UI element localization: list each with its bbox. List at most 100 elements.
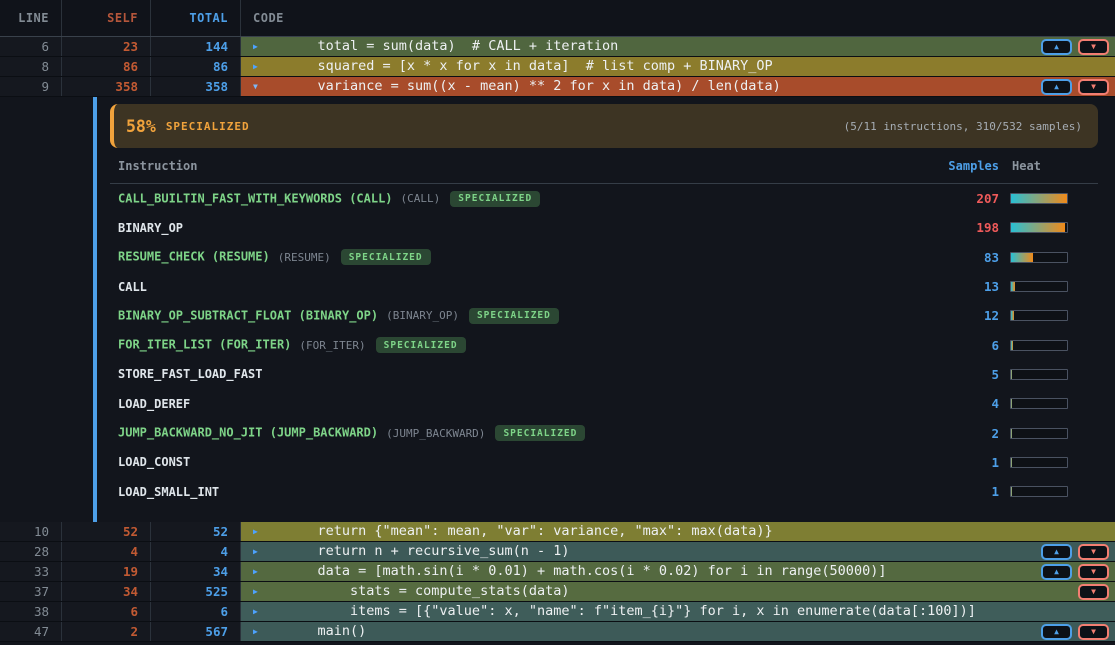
instruction-row: RESUME_CHECK (RESUME)(RESUME)SPECIALIZED… <box>110 243 1098 272</box>
instruction-column-header: Instruction <box>118 159 899 173</box>
instruction-row: FOR_ITER_LIST (FOR_ITER)(FOR_ITER)SPECIA… <box>110 330 1098 359</box>
heat-bar <box>1010 252 1098 263</box>
code-line-row[interactable]: 331934▶ data = [math.sin(i * 0.01) + mat… <box>0 562 1115 582</box>
code-text: return {"mean": mean, "var": variance, "… <box>285 522 773 541</box>
instruction-name: CALL_BUILTIN_FAST_WITH_KEYWORDS (CALL)(C… <box>118 191 899 207</box>
line-number-cell: 38 <box>0 602 62 621</box>
samples-value: 4 <box>899 396 999 411</box>
heat-bar <box>1010 310 1098 321</box>
code-line-row[interactable]: 3734525▶ stats = compute_stats(data)▼ <box>0 582 1115 602</box>
jump-up-button[interactable]: ▲ <box>1041 544 1072 560</box>
code-text: items = [{"value": x, "name": f"item_{i}… <box>285 602 976 621</box>
heat-bar-fill <box>1011 429 1012 438</box>
heat-bar <box>1010 486 1098 497</box>
code-cell[interactable]: ▶ squared = [x * x for x in data] # list… <box>241 57 1115 76</box>
summary-counts: (5/11 instructions, 310/532 samples) <box>844 120 1082 133</box>
instruction-row: CALL_BUILTIN_FAST_WITH_KEYWORDS (CALL)(C… <box>110 184 1098 213</box>
expand-arrow-icon[interactable]: ▶ <box>253 57 263 76</box>
instruction-name: LOAD_SMALL_INT <box>118 485 899 499</box>
jump-down-button[interactable]: ▼ <box>1078 584 1109 600</box>
self-samples-cell: 358 <box>62 77 151 96</box>
expand-arrow-icon[interactable]: ▶ <box>253 602 263 621</box>
jump-down-button[interactable]: ▼ <box>1078 39 1109 55</box>
expand-arrow-icon[interactable]: ▶ <box>253 522 263 541</box>
heat-bar <box>1010 281 1098 292</box>
samples-value: 12 <box>899 308 999 323</box>
jump-down-button[interactable]: ▼ <box>1078 544 1109 560</box>
column-header-total[interactable]: TOTAL <box>151 0 241 36</box>
specialization-summary: 58% SPECIALIZED (5/11 instructions, 310/… <box>110 104 1098 148</box>
top-code-rows: 623144▶ total = sum(data) # CALL + itera… <box>0 37 1115 97</box>
instruction-name: FOR_ITER_LIST (FOR_ITER)(FOR_ITER)SPECIA… <box>118 337 899 353</box>
instruction-name: RESUME_CHECK (RESUME)(RESUME)SPECIALIZED <box>118 249 899 265</box>
jump-up-button[interactable]: ▲ <box>1041 79 1072 95</box>
jump-down-button[interactable]: ▼ <box>1078 564 1109 580</box>
code-cell[interactable]: ▶ stats = compute_stats(data)▼ <box>241 582 1115 601</box>
row-nav-buttons: ▲▼ <box>1041 624 1115 640</box>
code-cell[interactable]: ▶ items = [{"value": x, "name": f"item_{… <box>241 602 1115 621</box>
jump-up-button[interactable]: ▲ <box>1041 624 1072 640</box>
expand-arrow-icon[interactable]: ▶ <box>253 622 263 641</box>
code-cell[interactable]: ▶ total = sum(data) # CALL + iteration▲▼ <box>241 37 1115 56</box>
instruction-row: BINARY_OP_SUBTRACT_FLOAT (BINARY_OP)(BIN… <box>110 301 1098 330</box>
column-header-code[interactable]: CODE <box>241 0 1115 36</box>
instruction-name: STORE_FAST_LOAD_FAST <box>118 367 899 381</box>
heat-bar-fill <box>1011 458 1012 467</box>
instruction-name: CALL <box>118 280 899 294</box>
specialized-badge: SPECIALIZED <box>450 191 540 207</box>
instruction-base-name: (JUMP_BACKWARD) <box>386 427 485 440</box>
code-text: main() <box>285 622 366 641</box>
instruction-base-name: (BINARY_OP) <box>386 309 459 322</box>
self-samples-cell: 4 <box>62 542 151 561</box>
row-nav-buttons: ▼ <box>1078 584 1115 600</box>
collapse-arrow-icon[interactable]: ▼ <box>253 77 263 96</box>
jump-up-button[interactable]: ▲ <box>1041 39 1072 55</box>
line-number-cell: 6 <box>0 37 62 56</box>
specialized-badge: SPECIALIZED <box>469 308 559 324</box>
self-samples-cell: 86 <box>62 57 151 76</box>
heat-bar-fill <box>1011 282 1015 291</box>
code-line-row[interactable]: 3866▶ items = [{"value": x, "name": f"it… <box>0 602 1115 622</box>
expand-arrow-icon[interactable]: ▶ <box>253 582 263 601</box>
jump-down-button[interactable]: ▼ <box>1078 624 1109 640</box>
heat-bar-track <box>1010 398 1068 409</box>
heat-bar-fill <box>1011 341 1013 350</box>
specialized-badge: SPECIALIZED <box>376 337 466 353</box>
expand-arrow-icon[interactable]: ▶ <box>253 542 263 561</box>
code-text: return n + recursive_sum(n - 1) <box>285 542 569 561</box>
code-line-row[interactable]: 472567▶ main()▲▼ <box>0 622 1115 642</box>
code-text: squared = [x * x for x in data] # list c… <box>285 57 773 76</box>
code-cell[interactable]: ▼ variance = sum((x - mean) ** 2 for x i… <box>241 77 1115 96</box>
expand-arrow-icon[interactable]: ▶ <box>253 37 263 56</box>
column-header-line[interactable]: LINE <box>0 0 62 36</box>
expand-arrow-icon[interactable]: ▶ <box>253 562 263 581</box>
jump-up-button[interactable]: ▲ <box>1041 564 1072 580</box>
row-nav-buttons: ▲▼ <box>1041 564 1115 580</box>
code-line-row[interactable]: 88686▶ squared = [x * x for x in data] #… <box>0 57 1115 77</box>
code-line-row[interactable]: 105252▶ return {"mean": mean, "var": var… <box>0 522 1115 542</box>
column-header-self[interactable]: SELF <box>62 0 151 36</box>
instruction-row: BINARY_OP198 <box>110 213 1098 242</box>
heat-bar-track <box>1010 369 1068 380</box>
specialized-percent-label: SPECIALIZED <box>166 120 250 133</box>
self-samples-cell: 52 <box>62 522 151 541</box>
code-cell[interactable]: ▶ return {"mean": mean, "var": variance,… <box>241 522 1115 541</box>
jump-down-button[interactable]: ▼ <box>1078 79 1109 95</box>
instruction-row: LOAD_CONST1 <box>110 448 1098 477</box>
code-cell[interactable]: ▶ main()▲▼ <box>241 622 1115 641</box>
code-line-row[interactable]: 623144▶ total = sum(data) # CALL + itera… <box>0 37 1115 57</box>
code-line-row[interactable]: 2844▶ return n + recursive_sum(n - 1)▲▼ <box>0 542 1115 562</box>
instruction-row: JUMP_BACKWARD_NO_JIT (JUMP_BACKWARD)(JUM… <box>110 418 1098 447</box>
instruction-row: STORE_FAST_LOAD_FAST5 <box>110 360 1098 389</box>
expanded-line-indicator <box>93 97 97 522</box>
heat-bar-fill <box>1011 223 1065 232</box>
code-line-row[interactable]: 9358358▼ variance = sum((x - mean) ** 2 … <box>0 77 1115 97</box>
specialized-percent: 58% <box>126 117 156 136</box>
heat-bar <box>1010 222 1098 233</box>
samples-value: 1 <box>899 484 999 499</box>
heat-bar-track <box>1010 281 1068 292</box>
code-cell[interactable]: ▶ return n + recursive_sum(n - 1) ▲ ▼ <box>241 542 1115 561</box>
instruction-table-header: Instruction Samples Heat <box>110 148 1098 184</box>
code-cell[interactable]: ▶ data = [math.sin(i * 0.01) + math.cos(… <box>241 562 1115 581</box>
heat-bar-fill <box>1011 311 1014 320</box>
